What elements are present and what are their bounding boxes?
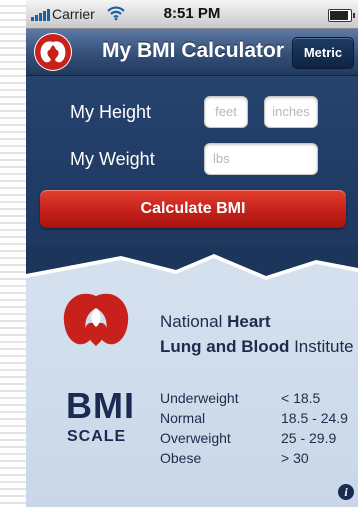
bmi-category-normal: Normal xyxy=(160,410,206,426)
bmi-range-underweight: < 18.5 xyxy=(281,390,321,406)
bmi-scale-label: SCALE xyxy=(67,428,127,445)
bmi-category-overweight: Overweight xyxy=(160,430,231,446)
bmi-range-overweight: 25 - 29.9 xyxy=(281,430,337,446)
feet-input[interactable]: feet xyxy=(204,96,248,128)
org-name-line1: National Heart xyxy=(160,312,271,331)
clock: 8:51 PM xyxy=(163,5,221,22)
org-name-line2: Lung and Blood Institute xyxy=(160,337,354,356)
nav-bar: My BMI Calculator Metric xyxy=(26,29,358,76)
nhlbi-logo-icon xyxy=(63,293,129,346)
page-title: My BMI Calculator xyxy=(102,39,285,62)
weight-input[interactable]: lbs xyxy=(204,143,318,175)
battery-icon xyxy=(328,9,355,22)
bmi-range-obese: > 30 xyxy=(281,450,309,466)
height-label: My Height xyxy=(70,102,152,122)
metric-button[interactable]: Metric xyxy=(292,37,354,69)
bmi-category-obese: Obese xyxy=(160,450,202,466)
status-bar: Carrier 8:51 PM xyxy=(26,0,358,29)
bmi-title: BMI xyxy=(66,385,135,426)
phone-screen: Carrier 8:51 PM My BMI Calculator Metric… xyxy=(26,0,358,507)
info-icon[interactable]: i xyxy=(338,484,354,500)
weight-label: My Weight xyxy=(70,149,155,169)
bmi-category-underweight: Underweight xyxy=(160,390,239,406)
bmi-range-normal: 18.5 - 24.9 xyxy=(281,410,348,426)
calculate-bmi-button[interactable]: Calculate BMI xyxy=(40,190,346,228)
heart-lungs-logo-icon xyxy=(34,33,72,71)
inches-input[interactable]: inches xyxy=(264,96,318,128)
